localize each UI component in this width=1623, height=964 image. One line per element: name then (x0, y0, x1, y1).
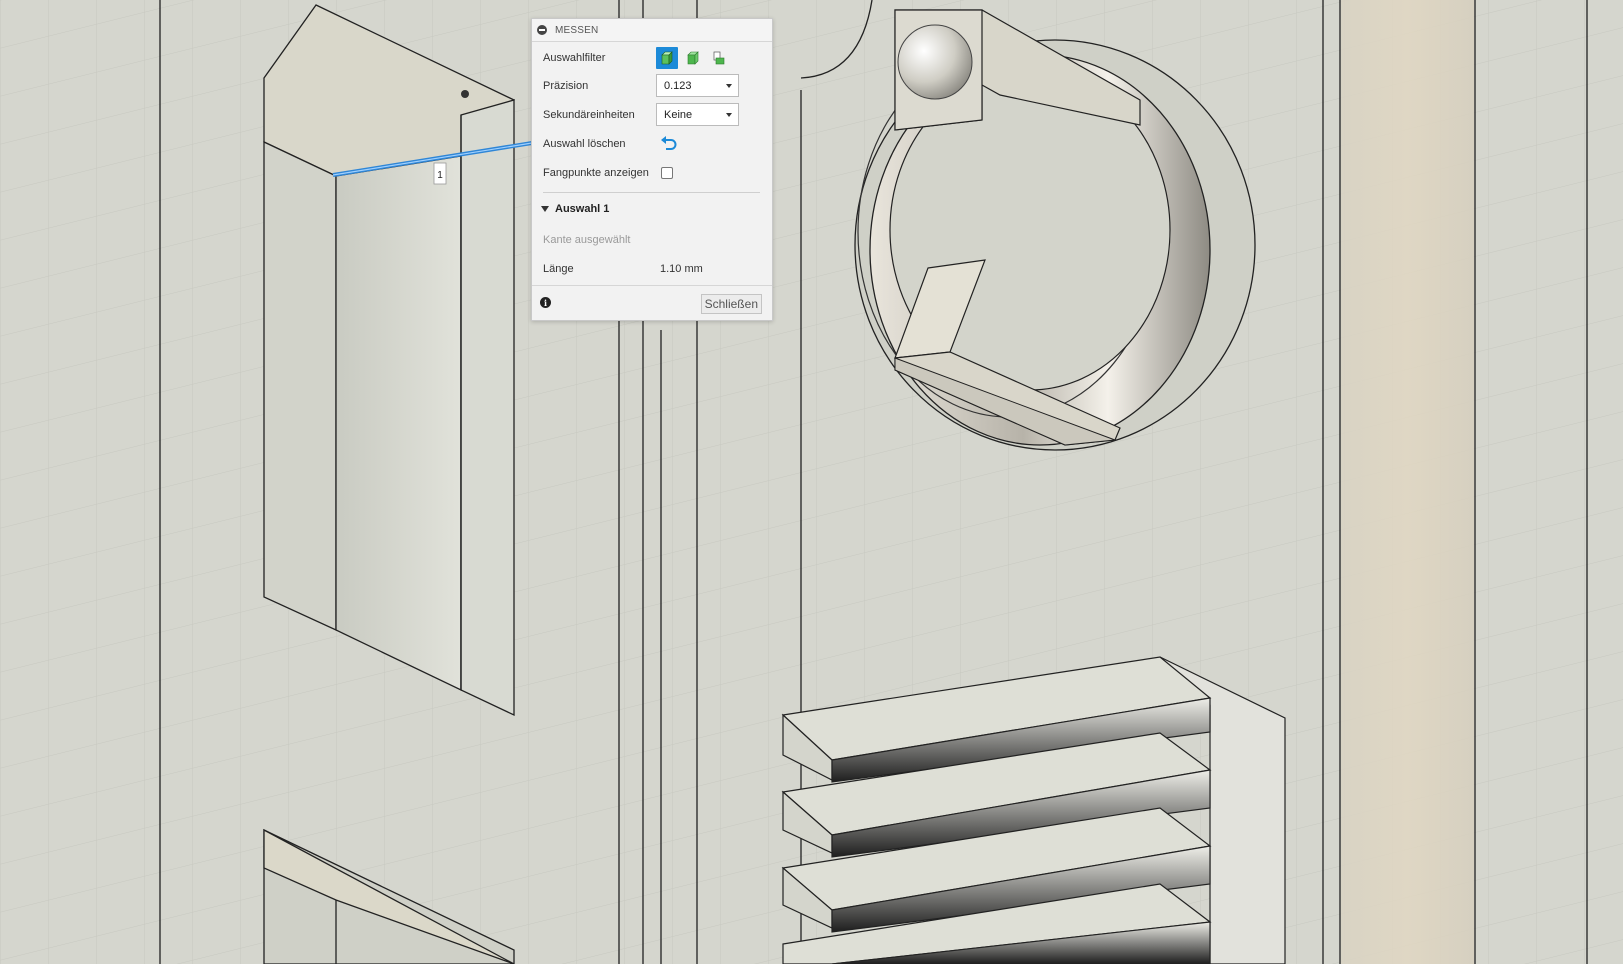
secondary-units-select[interactable]: Keine (656, 103, 739, 126)
svg-text:1: 1 (437, 170, 443, 181)
length-row: Länge (543, 258, 574, 280)
face-filter-button[interactable] (682, 47, 704, 69)
body-filter-icon (661, 51, 673, 65)
length-value-row: 1.10 mm (660, 258, 703, 280)
secondary-units-value: Keine (664, 108, 693, 121)
minus-circle-icon[interactable] (537, 25, 547, 35)
clear-selection-row: Auswahl löschen (543, 133, 626, 155)
secondary-units-label: Sekundäreinheiten (543, 109, 635, 121)
length-label: Länge (543, 263, 574, 275)
snap-point (461, 90, 469, 98)
beige-stripe (1341, 0, 1474, 964)
selection-status: Kante ausgewählt (543, 234, 631, 246)
precision-row: Präzision (543, 75, 588, 97)
selection-1-title: Auswahl 1 (555, 203, 610, 215)
precision-label: Präzision (543, 80, 589, 92)
undo-arrow-icon (661, 136, 677, 150)
body-filter-button[interactable] (656, 47, 678, 69)
divider (543, 192, 760, 193)
selection-1-header[interactable]: Auswahl 1 (541, 203, 609, 215)
vent-fins (781, 656, 1286, 964)
triangle-down-icon (541, 206, 549, 212)
measure-dialog: MESSEN Auswahlfilter Präzision 0.123 Sek… (531, 18, 773, 321)
secondary-units-row: Sekundäreinheiten (543, 104, 635, 126)
info-icon[interactable]: i (540, 297, 551, 308)
show-snap-points-checkbox[interactable] (661, 167, 673, 179)
dialog-header: MESSEN (532, 19, 772, 42)
edge-filter-button[interactable] (708, 47, 730, 69)
selection-filter-row: Auswahlfilter (543, 47, 605, 69)
precision-value: 0.123 (664, 79, 692, 92)
dialog-footer: i Schließen (532, 285, 772, 320)
chevron-down-icon (726, 83, 732, 88)
edge-filter-icon (713, 51, 725, 65)
show-snap-points-row: Fangpunkte anzeigen (543, 162, 649, 184)
close-button[interactable]: Schließen (700, 294, 762, 314)
clear-selection-button[interactable] (660, 136, 678, 155)
selection-filter-group (656, 47, 730, 69)
face-filter-icon (687, 51, 699, 65)
cad-viewport[interactable]: 1 (0, 0, 1623, 964)
chevron-down-icon (726, 112, 732, 117)
dialog-title: MESSEN (555, 24, 599, 36)
clear-selection-label: Auswahl löschen (543, 138, 626, 150)
selection-filter-label: Auswahlfilter (543, 52, 606, 64)
selection-marker: 1 (433, 162, 447, 185)
selection-status-row: Kante ausgewählt (543, 229, 630, 251)
length-value: 1.10 mm (660, 263, 703, 275)
precision-select[interactable]: 0.123 (656, 74, 739, 97)
show-snap-points-label: Fangpunkte anzeigen (543, 167, 649, 179)
slot-box (263, 4, 516, 717)
